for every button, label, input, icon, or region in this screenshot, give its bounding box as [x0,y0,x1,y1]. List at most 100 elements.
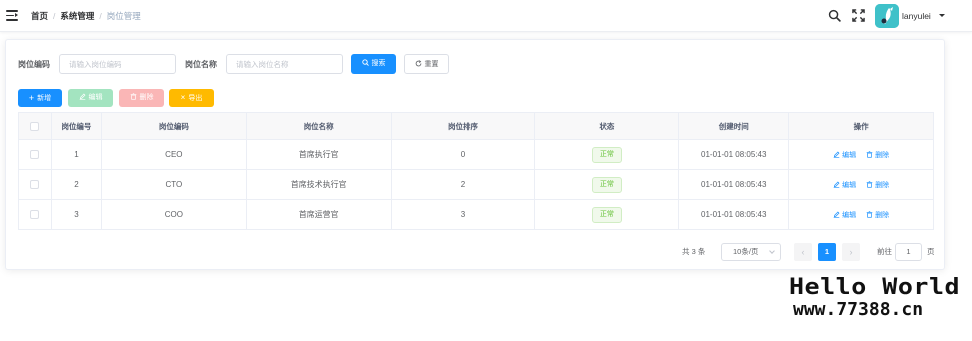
column-header: 状态 [535,113,680,139]
row-delete-label: 删除 [875,181,890,189]
export-button-label: 导出 [188,94,203,102]
row-checkbox[interactable] [30,210,40,219]
pagination-total: 共 3 条 [682,247,706,256]
refresh-icon [415,59,421,67]
delete-icon [130,93,136,100]
cell-created-time: 01-01-01 08:05:43 [679,200,790,229]
export-button[interactable]: × 导出 [169,89,214,107]
close-icon: × [180,93,186,102]
cell-status: 正常 [535,170,680,199]
post-code-label: 岗位编码 [18,60,50,69]
row-delete-label: 删除 [875,151,890,159]
row-edit-link[interactable]: 编辑 [833,150,856,160]
edit-button[interactable]: 编辑 [68,89,113,107]
delete-icon [866,151,873,158]
add-button-label: 新增 [37,94,52,102]
row-delete-link[interactable]: 删除 [866,150,889,160]
column-header: 岗位编码 [102,113,247,139]
row-edit-label: 编辑 [842,181,857,189]
breadcrumb: 首页 / 系统管理 / 岗位管理 [31,10,141,22]
column-header: 操作 [789,113,935,139]
select-all-checkbox[interactable] [30,121,40,131]
page-unit-label: 页 [927,247,935,256]
cell-created-time: 01-01-01 08:05:43 [679,170,790,199]
cell-post-name: 首席执行官 [247,140,392,169]
chevron-down-icon [769,248,775,254]
username[interactable]: lanyulei [902,10,931,22]
next-page-button[interactable]: › [842,243,860,261]
column-header: 岗位名称 [247,113,392,139]
post-code-input[interactable] [59,54,176,74]
breadcrumb-system[interactable]: 系统管理 [60,11,94,21]
cell-post-code: COO [102,200,247,229]
cell-actions: 编辑 删除 [789,140,935,169]
caret-down-icon[interactable] [939,14,945,17]
goto-label: 前往 [877,247,892,256]
cell-status: 正常 [535,140,680,169]
edit-icon [833,151,840,158]
table-row: 3 COO 首席运营官 3 正常 01-01-01 08:05:43 编辑 删除 [19,200,935,230]
delete-icon [866,181,873,188]
row-delete-link[interactable]: 删除 [866,180,889,190]
avatar-image-icon [875,4,899,28]
breadcrumb-current: 岗位管理 [106,11,141,21]
breadcrumb-separator: / [99,11,102,21]
cell-post-id: 2 [52,170,102,199]
row-select-cell [19,140,52,169]
avatar[interactable] [875,4,899,28]
delete-button[interactable]: 删除 [119,89,164,107]
cell-actions: 编辑 删除 [789,170,935,199]
cell-created-time: 01-01-01 08:05:43 [679,140,790,169]
cell-post-code: CEO [102,140,247,169]
edit-icon [833,181,840,188]
cell-post-id: 3 [52,200,102,229]
column-header: 创建时间 [679,113,790,139]
row-select-cell [19,170,52,199]
cell-actions: 编辑 删除 [789,200,935,229]
row-delete-label: 删除 [875,211,890,219]
page-number-current[interactable]: 1 [818,243,836,261]
goto-page-input[interactable]: 1 [895,243,922,261]
row-checkbox[interactable] [30,180,40,189]
row-delete-link[interactable]: 删除 [866,210,889,220]
reset-button[interactable]: 重置 [404,54,449,74]
chevron-left-icon: ‹ [801,247,805,257]
top-navbar: 首页 / 系统管理 / 岗位管理 lanyulei [0,0,972,32]
watermark-title: Hello World [789,273,961,300]
column-header: 岗位排序 [392,113,536,139]
edit-icon [833,211,840,218]
cell-post-sort: 3 [392,200,536,229]
search-icon[interactable] [828,9,841,22]
breadcrumb-separator: / [53,11,56,21]
watermark-url: www.77388.cn [793,299,924,320]
status-badge: 正常 [591,176,622,193]
plus-icon: + [28,93,35,103]
row-checkbox[interactable] [30,150,40,159]
row-edit-link[interactable]: 编辑 [833,180,856,190]
cell-status: 正常 [535,200,680,229]
search-button[interactable]: 搜索 [351,54,396,74]
status-badge: 正常 [591,146,622,163]
page-size-value: 10条/页 [733,247,759,256]
header-select-cell [19,113,52,139]
post-name-input[interactable] [226,54,343,74]
add-button[interactable]: + 新增 [18,89,62,107]
hamburger-icon[interactable] [6,10,18,21]
prev-page-button[interactable]: ‹ [794,243,812,261]
row-edit-label: 编辑 [842,211,857,219]
edit-icon [79,93,85,100]
page-size-select[interactable]: 10条/页 [721,243,781,261]
fullscreen-icon[interactable] [852,9,865,22]
cell-post-name: 首席运营官 [247,200,392,229]
delete-button-label: 删除 [139,94,154,101]
row-edit-link[interactable]: 编辑 [833,210,856,220]
status-badge: 正常 [591,206,622,223]
cell-post-code: CTO [102,170,247,199]
breadcrumb-home[interactable]: 首页 [31,11,48,21]
cell-post-sort: 2 [392,170,536,199]
chevron-right-icon: › [849,247,853,257]
table-row: 1 CEO 首席执行官 0 正常 01-01-01 08:05:43 编辑 删除 [19,140,935,170]
row-edit-label: 编辑 [842,151,857,159]
main-card: 岗位编码 岗位名称 搜索 重置 +新增 编辑 删除 ×导出 岗位编号 岗位编码 … [5,39,945,270]
post-name-label: 岗位名称 [185,60,217,69]
